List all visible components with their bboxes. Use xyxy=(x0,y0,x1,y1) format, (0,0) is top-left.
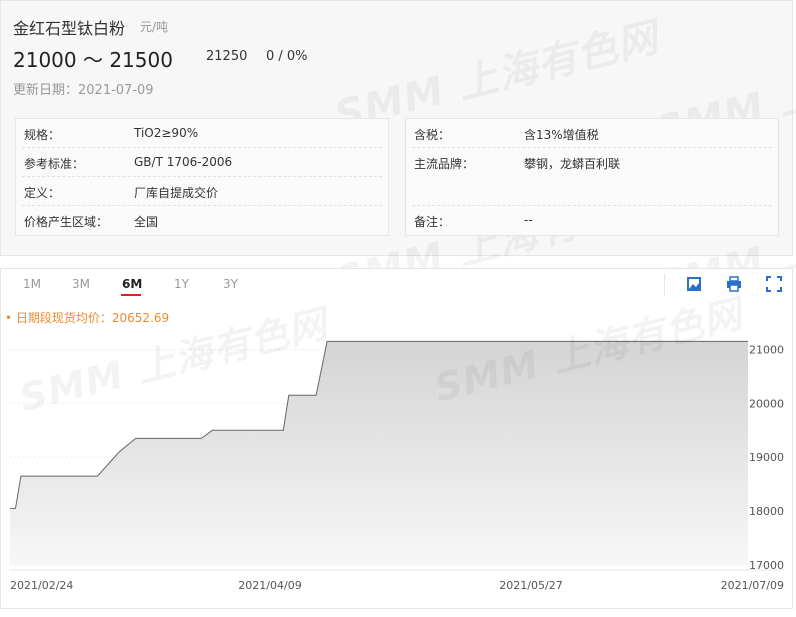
fullscreen-icon[interactable] xyxy=(766,276,782,292)
y-tick-label: 19000 xyxy=(749,451,784,464)
x-tick-label: 2021/04/09 xyxy=(238,579,301,592)
average-price-label: • 日期段现货均价：20652.69 xyxy=(5,311,170,325)
y-tick-label: 20000 xyxy=(749,397,784,410)
toolbar-divider xyxy=(664,274,665,296)
x-tick-label: 2021/02/24 xyxy=(10,579,73,592)
y-tick-label: 17000 xyxy=(749,559,784,572)
x-tick-label: 2021/07/09 xyxy=(721,579,784,592)
tab-3m[interactable]: 3M xyxy=(72,277,90,291)
y-tick-label: 18000 xyxy=(749,505,784,518)
series-area xyxy=(10,341,748,565)
tab-3y[interactable]: 3Y xyxy=(223,277,238,291)
image-download-icon[interactable] xyxy=(686,276,702,292)
active-tab-indicator xyxy=(121,294,141,296)
tab-6m[interactable]: 6M xyxy=(122,277,142,291)
tab-1m[interactable]: 1M xyxy=(23,277,41,291)
print-icon[interactable] xyxy=(726,276,742,292)
y-tick-label: 21000 xyxy=(749,343,784,356)
x-tick-label: 2021/05/27 xyxy=(499,579,562,592)
tab-1y[interactable]: 1Y xyxy=(174,277,189,291)
